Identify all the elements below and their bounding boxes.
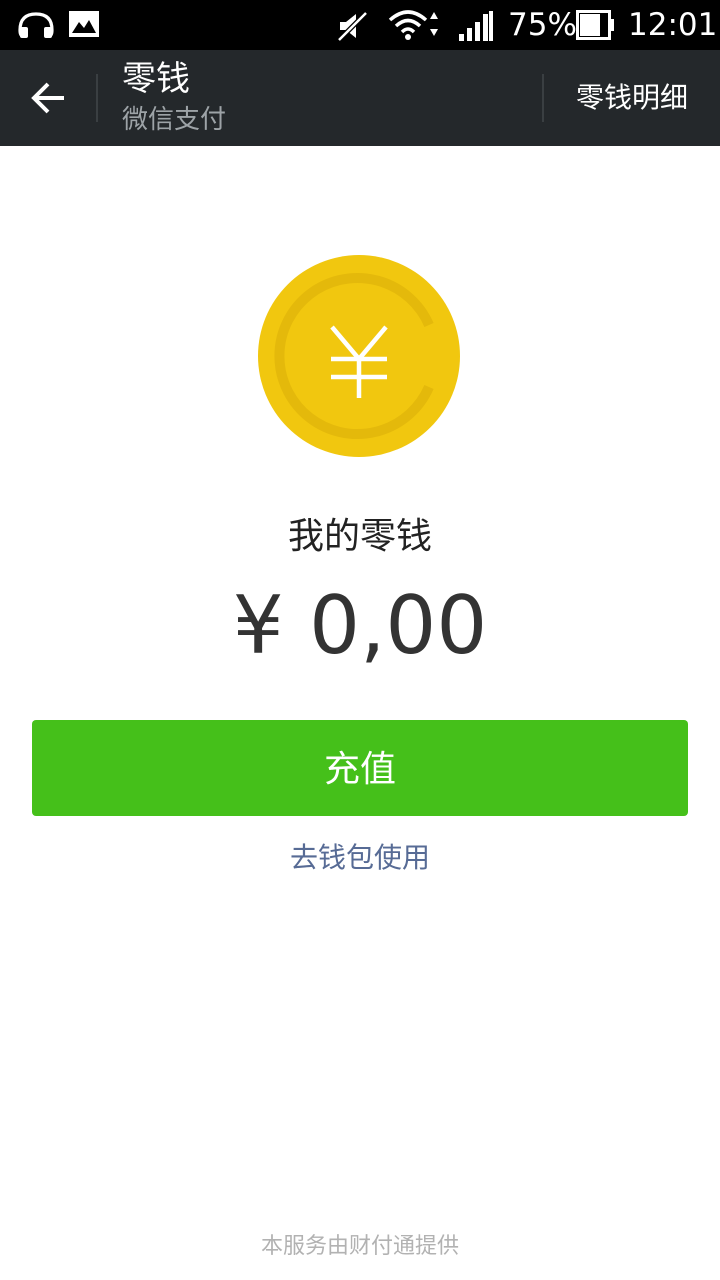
app-bar: 零钱 微信支付 零钱明细 xyxy=(0,50,720,146)
headset-icon xyxy=(18,12,54,38)
wifi-icon xyxy=(388,10,438,40)
signal-icon xyxy=(459,11,493,41)
change-details-button[interactable]: 零钱明细 xyxy=(576,78,688,118)
header-divider-left xyxy=(96,74,98,122)
battery-percent: 75% xyxy=(508,7,577,43)
back-button[interactable] xyxy=(0,50,96,146)
battery-icon xyxy=(576,10,614,40)
go-to-wallet-link[interactable]: 去钱包使用 xyxy=(0,838,720,878)
page-subtitle: 微信支付 xyxy=(122,105,227,135)
mute-icon xyxy=(337,11,368,42)
header-divider-right xyxy=(542,74,544,122)
arrow-left-icon xyxy=(31,82,64,114)
balance-amount: ¥ 0,00 xyxy=(232,579,488,672)
image-icon xyxy=(69,11,99,37)
clock: 12:01 xyxy=(628,7,718,43)
balance-label: 我的零钱 xyxy=(287,516,432,557)
yuan-coin-icon xyxy=(258,255,460,457)
recharge-button[interactable]: 充值 xyxy=(32,720,688,816)
page-title: 零钱 xyxy=(122,59,190,99)
status-bar: 75% 12:01 xyxy=(0,0,720,50)
footer-provider-text: 本服务由财付通提供 xyxy=(260,1234,459,1259)
